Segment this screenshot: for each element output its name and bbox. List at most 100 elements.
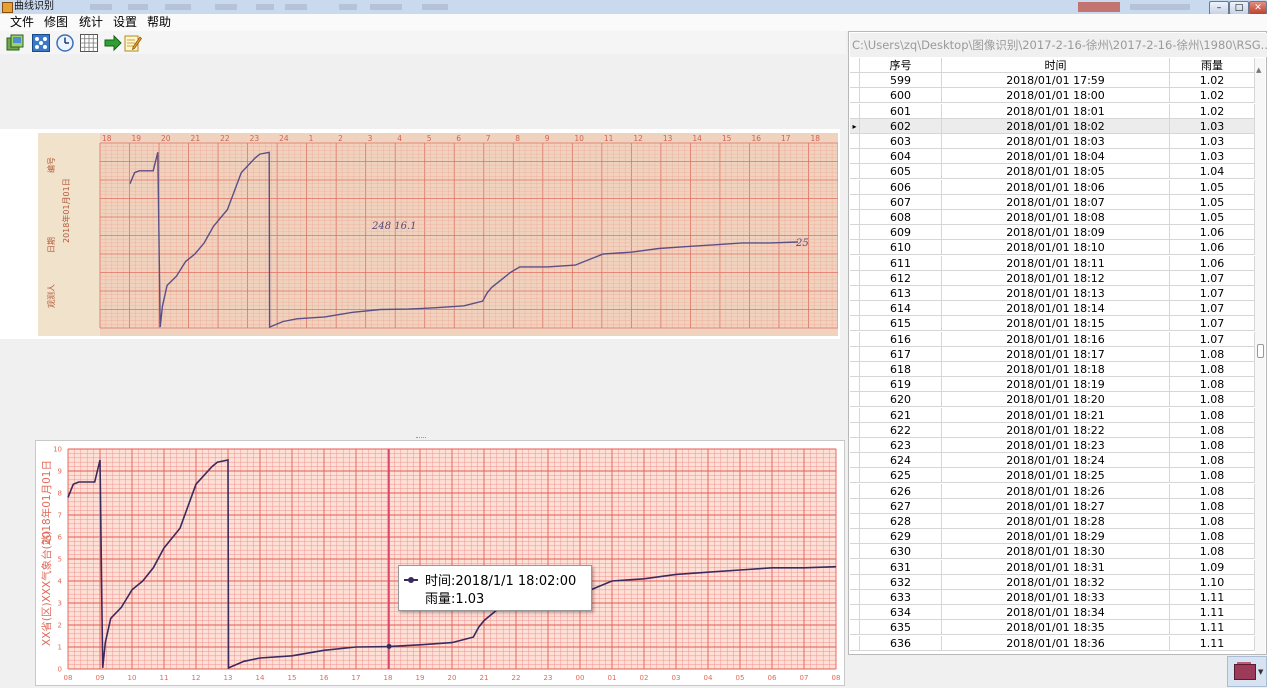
minimize-button[interactable]: – <box>1209 1 1229 15</box>
table-row[interactable]: 627 2018/01/01 18:27 1.08 <box>850 498 1255 514</box>
table-row[interactable]: 603 2018/01/01 18:03 1.03 <box>850 134 1255 149</box>
table-cell: 2018/01/01 18:29 <box>942 529 1170 545</box>
row-selector <box>850 362 860 377</box>
row-selector <box>850 407 860 423</box>
table-row[interactable]: 617 2018/01/01 18:17 1.08 <box>850 346 1255 362</box>
toolbox-button[interactable]: ▼ <box>1227 656 1267 687</box>
table-row[interactable]: 606 2018/01/01 18:06 1.05 <box>850 179 1255 195</box>
maximize-button[interactable]: □ <box>1229 1 1249 15</box>
table-cell: 634 <box>860 605 942 621</box>
scan-top-label: 17 <box>781 134 791 143</box>
menu-statistics[interactable]: 统计 <box>79 14 103 31</box>
table-row[interactable]: 618 2018/01/01 18:18 1.08 <box>850 362 1255 377</box>
table-cell: 622 <box>860 422 942 438</box>
title-bar: 曲线识别 – □ ✕ <box>0 0 1267 15</box>
table-row[interactable]: 621 2018/01/01 18:21 1.08 <box>850 407 1255 423</box>
table-row[interactable]: 611 2018/01/01 18:11 1.06 <box>850 255 1255 271</box>
cursor-point[interactable] <box>386 643 392 649</box>
row-selector <box>850 255 860 271</box>
close-button[interactable]: ✕ <box>1249 1 1267 15</box>
app-icon <box>2 2 13 13</box>
table-row[interactable]: 620 2018/01/01 18:20 1.08 <box>850 392 1255 408</box>
menu-edit-image[interactable]: 修图 <box>44 14 68 31</box>
y-axis-title: XX省(区)XXX气象台(站) <box>40 531 53 646</box>
table-row[interactable]: 613 2018/01/01 18:13 1.07 <box>850 286 1255 301</box>
table-cell: 599 <box>860 73 942 89</box>
column-header: 雨量 <box>1170 58 1255 73</box>
x-tick-label: 10 <box>128 674 137 682</box>
table-row[interactable]: 608 2018/01/01 18:08 1.05 <box>850 210 1255 225</box>
table-cell: 632 <box>860 574 942 590</box>
x-tick-label: 20 <box>448 674 457 682</box>
table-cell: 624 <box>860 453 942 469</box>
table-cell: 608 <box>860 210 942 225</box>
taskbar-ghost <box>215 4 237 10</box>
table-cell: 2018/01/01 18:19 <box>942 377 1170 393</box>
table-row[interactable]: 626 2018/01/01 18:26 1.08 <box>850 483 1255 499</box>
table-row[interactable]: 607 2018/01/01 18:07 1.05 <box>850 194 1255 210</box>
menu-file[interactable]: 文件 <box>10 14 34 31</box>
table-row[interactable]: 625 2018/01/01 18:25 1.08 <box>850 468 1255 484</box>
scroll-thumb[interactable] <box>1257 344 1264 358</box>
arrow-right-icon[interactable] <box>104 34 122 52</box>
table-row[interactable]: 616 2018/01/01 18:16 1.07 <box>850 331 1255 347</box>
table-row[interactable]: 605 2018/01/01 18:05 1.04 <box>850 164 1255 180</box>
x-tick-label: 07 <box>800 674 809 682</box>
menu-help[interactable]: 帮助 <box>147 14 171 31</box>
table-row[interactable]: 600 2018/01/01 18:00 1.02 <box>850 88 1255 104</box>
table-cell: 1.08 <box>1170 422 1255 438</box>
table-row[interactable]: 615 2018/01/01 18:15 1.07 <box>850 316 1255 332</box>
menu-bar: 文件 修图 统计 设置 帮助 <box>0 14 1267 31</box>
vertical-scrollbar[interactable]: ▲ <box>1255 58 1265 654</box>
table-row[interactable]: 629 2018/01/01 18:29 1.08 <box>850 529 1255 545</box>
x-tick-label: 22 <box>512 674 521 682</box>
x-tick-label: 12 <box>192 674 201 682</box>
table-row[interactable]: 619 2018/01/01 18:19 1.08 <box>850 377 1255 393</box>
table-row[interactable]: ▸ 602 2018/01/01 18:02 1.03 <box>850 118 1255 134</box>
table-cell: 600 <box>860 88 942 104</box>
table-cell: 2018/01/01 18:16 <box>942 331 1170 347</box>
grid-icon[interactable] <box>80 34 98 52</box>
edit-icon[interactable] <box>124 34 142 52</box>
table-row[interactable]: 634 2018/01/01 18:34 1.11 <box>850 605 1255 621</box>
menu-settings[interactable]: 设置 <box>113 14 137 31</box>
table-row[interactable]: 635 2018/01/01 18:35 1.11 <box>850 620 1255 636</box>
x-tick-label: 04 <box>704 674 713 682</box>
table-row[interactable]: 628 2018/01/01 18:28 1.08 <box>850 514 1255 529</box>
x-tick-label: 15 <box>288 674 297 682</box>
table-cell: 1.03 <box>1170 134 1255 149</box>
table-row[interactable]: 632 2018/01/01 18:32 1.10 <box>850 574 1255 590</box>
table-row[interactable]: 636 2018/01/01 18:36 1.11 <box>850 635 1255 651</box>
table-row[interactable]: 604 2018/01/01 18:04 1.03 <box>850 149 1255 165</box>
data-grid[interactable]: 序号 时间 雨量 599 2018/01/01 17:59 1.02 600 2018/01/… <box>850 58 1255 654</box>
table-row[interactable]: 599 2018/01/01 17:59 1.02 <box>850 73 1255 89</box>
scroll-up-icon[interactable]: ▲ <box>1256 66 1261 74</box>
table-row[interactable]: 623 2018/01/01 18:23 1.08 <box>850 438 1255 453</box>
table-cell: 2018/01/01 18:04 <box>942 149 1170 165</box>
table-header[interactable]: 序号 时间 雨量 <box>850 58 1255 74</box>
table-cell: 1.11 <box>1170 635 1255 651</box>
table-cell: 603 <box>860 134 942 149</box>
table-row[interactable]: 610 2018/01/01 18:10 1.06 <box>850 240 1255 256</box>
row-selector <box>850 605 860 621</box>
points-icon[interactable] <box>32 34 50 52</box>
row-selector <box>850 574 860 590</box>
row-selector <box>850 134 860 149</box>
table-cell: 614 <box>860 301 942 317</box>
table-cell: 604 <box>860 149 942 165</box>
table-row[interactable]: 631 2018/01/01 18:31 1.09 <box>850 559 1255 575</box>
table-row[interactable]: 601 2018/01/01 18:01 1.02 <box>850 103 1255 119</box>
clock-icon[interactable] <box>56 34 74 52</box>
open-image-icon[interactable] <box>6 34 24 52</box>
table-cell: 2018/01/01 18:18 <box>942 362 1170 377</box>
table-row[interactable]: 624 2018/01/01 18:24 1.08 <box>850 453 1255 469</box>
table-row[interactable]: 612 2018/01/01 18:12 1.07 <box>850 270 1255 286</box>
scan-annotation: 25 <box>795 238 809 249</box>
table-row[interactable]: 614 2018/01/01 18:14 1.07 <box>850 301 1255 317</box>
table-row[interactable]: 630 2018/01/01 18:30 1.08 <box>850 544 1255 560</box>
table-cell: 612 <box>860 270 942 286</box>
scan-annotation: 248 16.1 <box>371 221 417 232</box>
table-row[interactable]: 609 2018/01/01 18:09 1.06 <box>850 225 1255 241</box>
table-row[interactable]: 622 2018/01/01 18:22 1.08 <box>850 422 1255 438</box>
table-row[interactable]: 633 2018/01/01 18:33 1.11 <box>850 590 1255 605</box>
